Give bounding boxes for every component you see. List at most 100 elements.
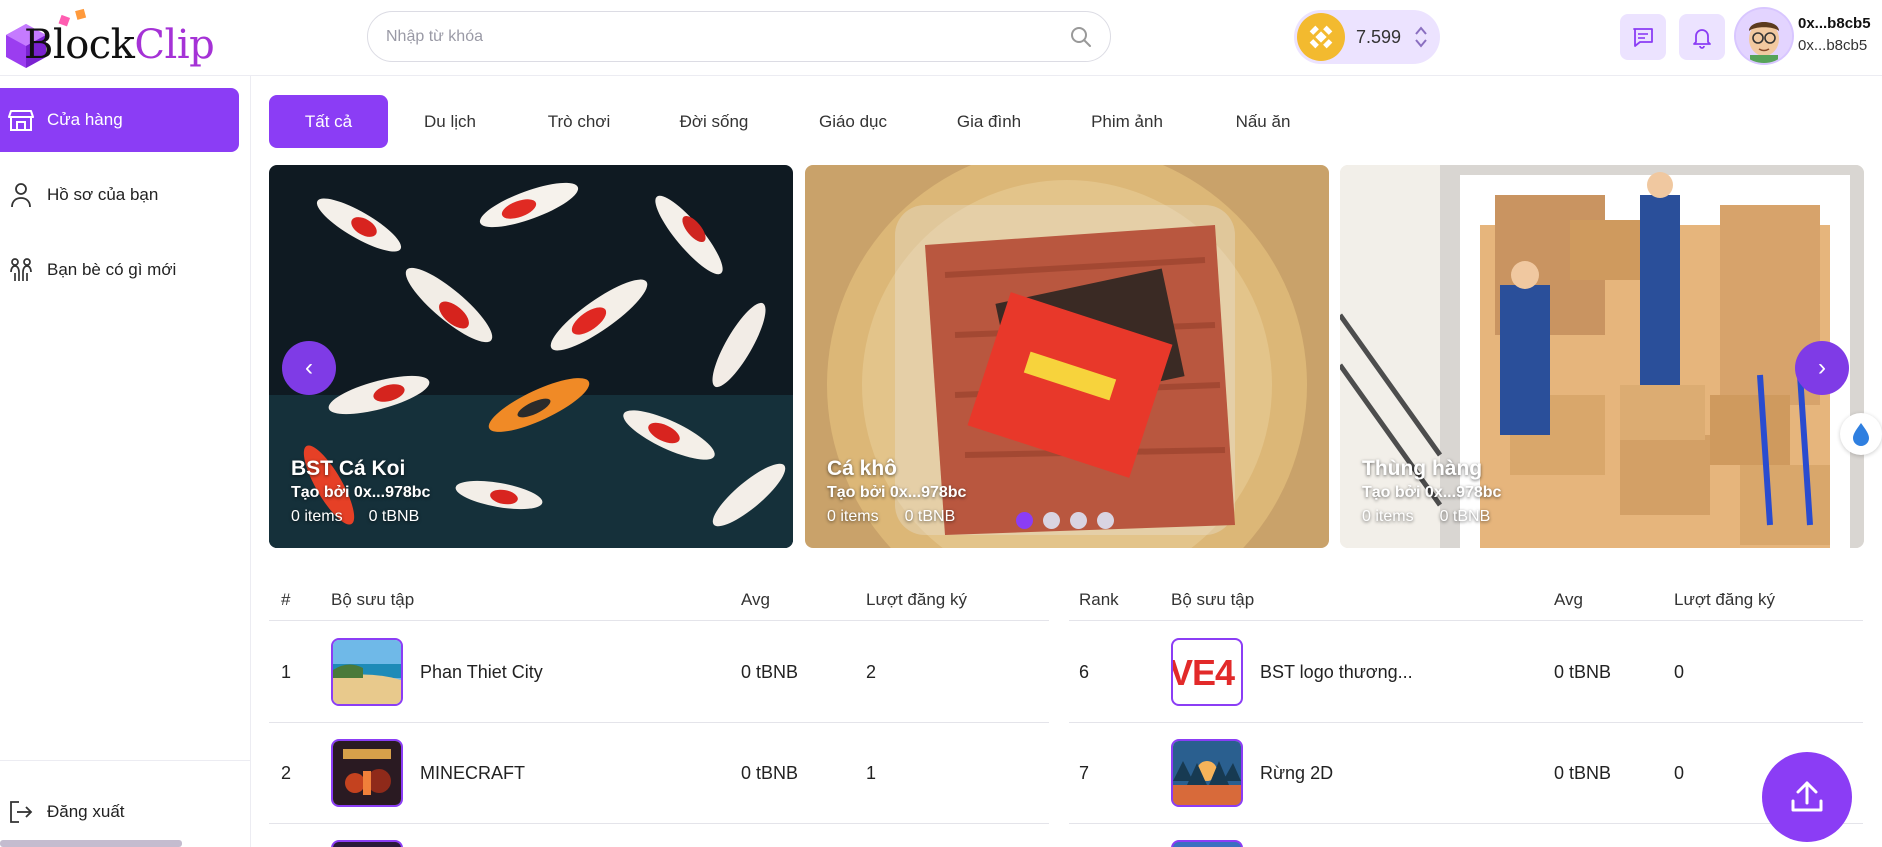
slide-price: 0 tBNB <box>1439 508 1491 525</box>
col-header-rank: Rank <box>1079 590 1119 609</box>
tab-all[interactable]: Tất cả <box>269 95 388 148</box>
header-divider <box>269 620 1049 621</box>
sidebar-item-label: Hồ sơ của bạn <box>47 185 159 204</box>
tab-travel[interactable]: Du lịch <box>400 95 500 148</box>
tab-movies[interactable]: Phim ảnh <box>1077 95 1177 148</box>
collection-thumbnail: VE4 <box>1171 638 1243 706</box>
row-collection-name[interactable]: Phan Thiet City <box>420 662 543 683</box>
carousel-slide-koi[interactable]: BST Cá Koi Tạo bởi 0x...978bc 0 items 0 t… <box>269 165 793 548</box>
tab-games[interactable]: Trò chơi <box>529 95 629 148</box>
collection-thumbnail <box>331 739 403 807</box>
carousel-dot[interactable] <box>1097 512 1114 529</box>
chevron-right-icon: › <box>1818 354 1826 381</box>
water-drop-icon <box>1853 423 1869 446</box>
sidebar-item-profile[interactable]: Hồ sơ của bạn <box>0 163 239 227</box>
slide-title: Cá khô <box>827 457 898 480</box>
beach-image <box>333 640 401 704</box>
tab-cooking[interactable]: Nấu ăn <box>1213 95 1313 148</box>
chat-icon <box>1633 28 1653 47</box>
ranking-table-right: Rank Bộ sưu tập Avg Lượt đăng ký 6 VE4 B… <box>1069 578 1863 847</box>
tab-life[interactable]: Đời sống <box>664 95 764 148</box>
row-collection-name[interactable]: MINECRAFT <box>420 763 525 784</box>
sidebar-item-label: Bạn bè có gì mới <box>47 260 177 279</box>
sidebar-item-friends[interactable]: Bạn bè có gì mới <box>0 238 239 302</box>
slide-items: 0 items <box>827 508 879 525</box>
search-bar[interactable] <box>367 11 1111 62</box>
slide-items: 0 items <box>291 508 343 525</box>
slide-price: 0 tBNB <box>368 508 420 525</box>
col-header-avg: Avg <box>1554 590 1583 609</box>
collection-thumbnail-partial <box>331 840 403 847</box>
row-avg: 0 tBNB <box>741 763 799 783</box>
row-rank: 6 <box>1079 662 1090 682</box>
carousel-prev-button[interactable]: ‹ <box>282 341 336 395</box>
upload-button[interactable] <box>1762 752 1852 842</box>
slide-title: BST Cá Koi <box>291 457 406 480</box>
slide-info: Thùng hàng Tạo bởi 0x...978bc 0 items 0 t… <box>1362 457 1516 526</box>
friends-icon <box>6 255 36 285</box>
col-header-subscriptions: Lượt đăng ký <box>1674 590 1775 609</box>
thumbnail-text: VE4 <box>1171 652 1235 693</box>
row-rank: 7 <box>1079 763 1090 783</box>
sidebar: Cửa hàng Hồ sơ của bạn Bạn bè có gì mới … <box>0 76 251 847</box>
wallet-address: 0x...b8cb5 <box>1798 15 1871 32</box>
tab-family[interactable]: Gia đình <box>939 95 1039 148</box>
carousel-dots <box>1016 512 1114 530</box>
sidebar-item-label: Cửa hàng <box>47 110 123 129</box>
sidebar-scrollbar[interactable] <box>0 840 182 847</box>
ranking-table-left: # Bộ sưu tập Avg Lượt đăng ký 1 Phan Thi… <box>269 578 1049 847</box>
store-icon <box>6 105 36 135</box>
slide-items: 0 items <box>1362 508 1414 525</box>
row-divider <box>269 823 1049 824</box>
slide-title: Thùng hàng <box>1362 457 1483 480</box>
slide-stats: 0 items 0 tBNB <box>291 508 445 526</box>
minecraft-image <box>333 741 401 805</box>
row-avg: 0 tBNB <box>741 662 799 682</box>
floating-helper-button[interactable] <box>1840 413 1882 455</box>
row-collection-name[interactable]: BST logo thương... <box>1260 662 1413 683</box>
row-divider <box>269 722 1049 723</box>
collection-thumbnail-partial <box>1171 840 1243 847</box>
row-subscriptions: 0 <box>1674 763 1685 783</box>
row-subscriptions: 0 <box>1674 662 1685 682</box>
logout-label: Đăng xuất <box>47 802 125 821</box>
row-divider <box>1069 823 1863 824</box>
slide-stats: 0 items 0 tBNB <box>1362 508 1516 526</box>
token-balance[interactable]: 7.599 <box>1294 10 1440 64</box>
messages-button[interactable] <box>1620 14 1666 60</box>
slide-info: Cá khô Tạo bởi 0x...978bc 0 items 0 tBNB <box>827 457 981 526</box>
wallet-address-sub: 0x...b8cb5 <box>1798 37 1868 54</box>
sidebar-divider <box>0 760 251 761</box>
sidebar-item-store[interactable]: Cửa hàng <box>0 88 239 152</box>
col-header-avg: Avg <box>741 590 770 609</box>
row-rank: 1 <box>281 662 292 682</box>
slide-creator: Tạo bởi 0x...978bc <box>827 484 967 501</box>
col-header-subscriptions: Lượt đăng ký <box>866 590 967 609</box>
carousel-slide-dried-fish[interactable]: Cá khô Tạo bởi 0x...978bc 0 items 0 tBNB <box>805 165 1329 548</box>
col-header-collection: Bộ sưu tập <box>331 590 415 609</box>
row-collection-name[interactable]: Rừng 2D <box>1260 763 1333 784</box>
slide-stats: 0 items 0 tBNB <box>827 508 981 526</box>
search-input[interactable] <box>386 24 1026 50</box>
bnb-icon <box>1297 13 1345 61</box>
carousel-slide-boxes[interactable]: Thùng hàng Tạo bởi 0x...978bc 0 items 0 t… <box>1340 165 1864 548</box>
updown-chevron-icon[interactable] <box>1414 24 1428 50</box>
tab-education[interactable]: Giáo dục <box>803 95 903 148</box>
balance-value: 7.599 <box>1356 27 1402 47</box>
search-icon[interactable] <box>1070 26 1092 48</box>
upload-icon <box>1791 781 1823 812</box>
carousel-dot[interactable] <box>1070 512 1087 529</box>
carousel-next-button[interactable]: › <box>1795 341 1849 395</box>
row-avg: 0 tBNB <box>1554 662 1612 682</box>
carousel-dot[interactable] <box>1043 512 1060 529</box>
slide-price: 0 tBNB <box>904 508 956 525</box>
avatar[interactable] <box>1734 7 1794 65</box>
forest-image <box>1173 741 1241 805</box>
notifications-button[interactable] <box>1679 14 1725 60</box>
blockclip-logo[interactable]: BlockClip <box>2 8 215 70</box>
logout-button[interactable]: Đăng xuất <box>0 780 239 844</box>
row-avg: 0 tBNB <box>1554 763 1612 783</box>
carousel-dot[interactable] <box>1016 512 1033 529</box>
col-header-rank: # <box>281 590 291 609</box>
chevron-left-icon: ‹ <box>305 354 313 381</box>
